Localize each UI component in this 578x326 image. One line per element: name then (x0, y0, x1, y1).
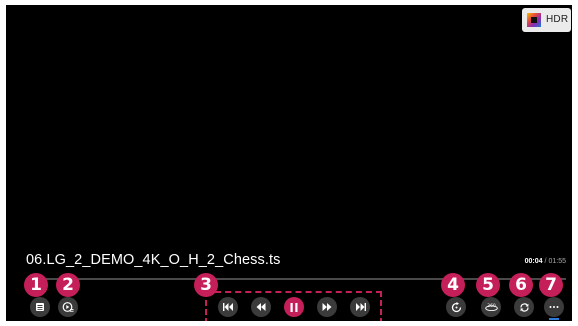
play-mode-icon (62, 301, 74, 313)
rewind-icon (256, 303, 266, 311)
marker-4: 4 (441, 273, 465, 297)
playback-time: 00:04/01:55 (525, 258, 566, 265)
previous-button[interactable] (218, 297, 238, 317)
360-view-icon: 360 (484, 302, 498, 312)
more-icon (549, 305, 559, 309)
restart-button[interactable] (446, 297, 466, 317)
repeat-button[interactable] (514, 297, 534, 317)
skip-previous-icon (222, 303, 234, 311)
fast-forward-button[interactable] (317, 297, 337, 317)
marker-7: 7 (539, 273, 563, 297)
file-name: 06.LG_2_DEMO_4K_O_H_2_Chess.ts (26, 252, 281, 268)
time-separator: / (544, 258, 547, 265)
repeat-icon (519, 302, 530, 313)
marker-3: 3 (194, 273, 218, 297)
rewind-button[interactable] (251, 297, 271, 317)
skip-next-icon (355, 303, 366, 311)
fast-forward-icon (322, 303, 332, 311)
hdr-label: HDR (546, 14, 569, 25)
play-mode-button[interactable] (58, 297, 78, 317)
marker-6: 6 (509, 273, 533, 297)
pause-icon (290, 302, 298, 312)
playlist-icon (35, 302, 45, 312)
marker-1: 1 (24, 273, 48, 297)
hdr-badge: HDR (522, 8, 571, 32)
playlist-button[interactable] (30, 297, 50, 317)
more-selected-indicator (549, 318, 559, 320)
360-view-button[interactable]: 360 (481, 297, 501, 317)
pause-button[interactable] (284, 297, 304, 317)
marker-2: 2 (56, 273, 80, 297)
restart-icon (451, 301, 462, 313)
total-time: 01:55 (548, 258, 566, 265)
hdr-logo-icon (527, 13, 541, 27)
current-time: 00:04 (524, 258, 543, 265)
next-button[interactable] (350, 297, 370, 317)
marker-5: 5 (476, 273, 500, 297)
more-button[interactable] (544, 297, 564, 317)
